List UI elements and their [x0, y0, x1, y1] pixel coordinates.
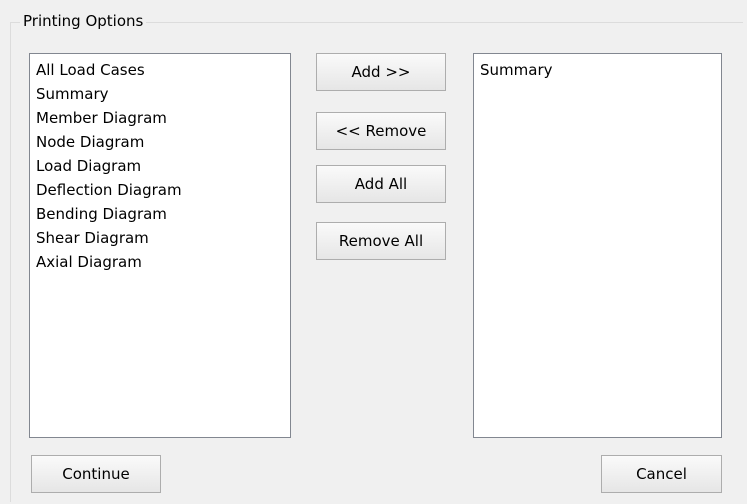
list-item[interactable]: Load Diagram	[36, 154, 284, 178]
printing-options-title: Printing Options	[20, 11, 147, 31]
list-item[interactable]: All Load Cases	[36, 58, 284, 82]
list-item[interactable]: Summary	[480, 58, 715, 82]
remove-all-button[interactable]: Remove All	[316, 222, 446, 260]
list-item[interactable]: Member Diagram	[36, 106, 284, 130]
list-item[interactable]: Shear Diagram	[36, 226, 284, 250]
list-item[interactable]: Node Diagram	[36, 130, 284, 154]
list-item[interactable]: Summary	[36, 82, 284, 106]
list-item[interactable]: Axial Diagram	[36, 250, 284, 274]
list-item[interactable]: Deflection Diagram	[36, 178, 284, 202]
available-options-list[interactable]: All Load Cases Summary Member Diagram No…	[29, 53, 291, 438]
selected-options-list[interactable]: Summary	[473, 53, 722, 438]
remove-button[interactable]: << Remove	[316, 112, 446, 150]
add-all-button[interactable]: Add All	[316, 165, 446, 203]
continue-button[interactable]: Continue	[31, 455, 161, 493]
cancel-button[interactable]: Cancel	[601, 455, 722, 493]
list-item[interactable]: Bending Diagram	[36, 202, 284, 226]
add-button[interactable]: Add >>	[316, 53, 446, 91]
